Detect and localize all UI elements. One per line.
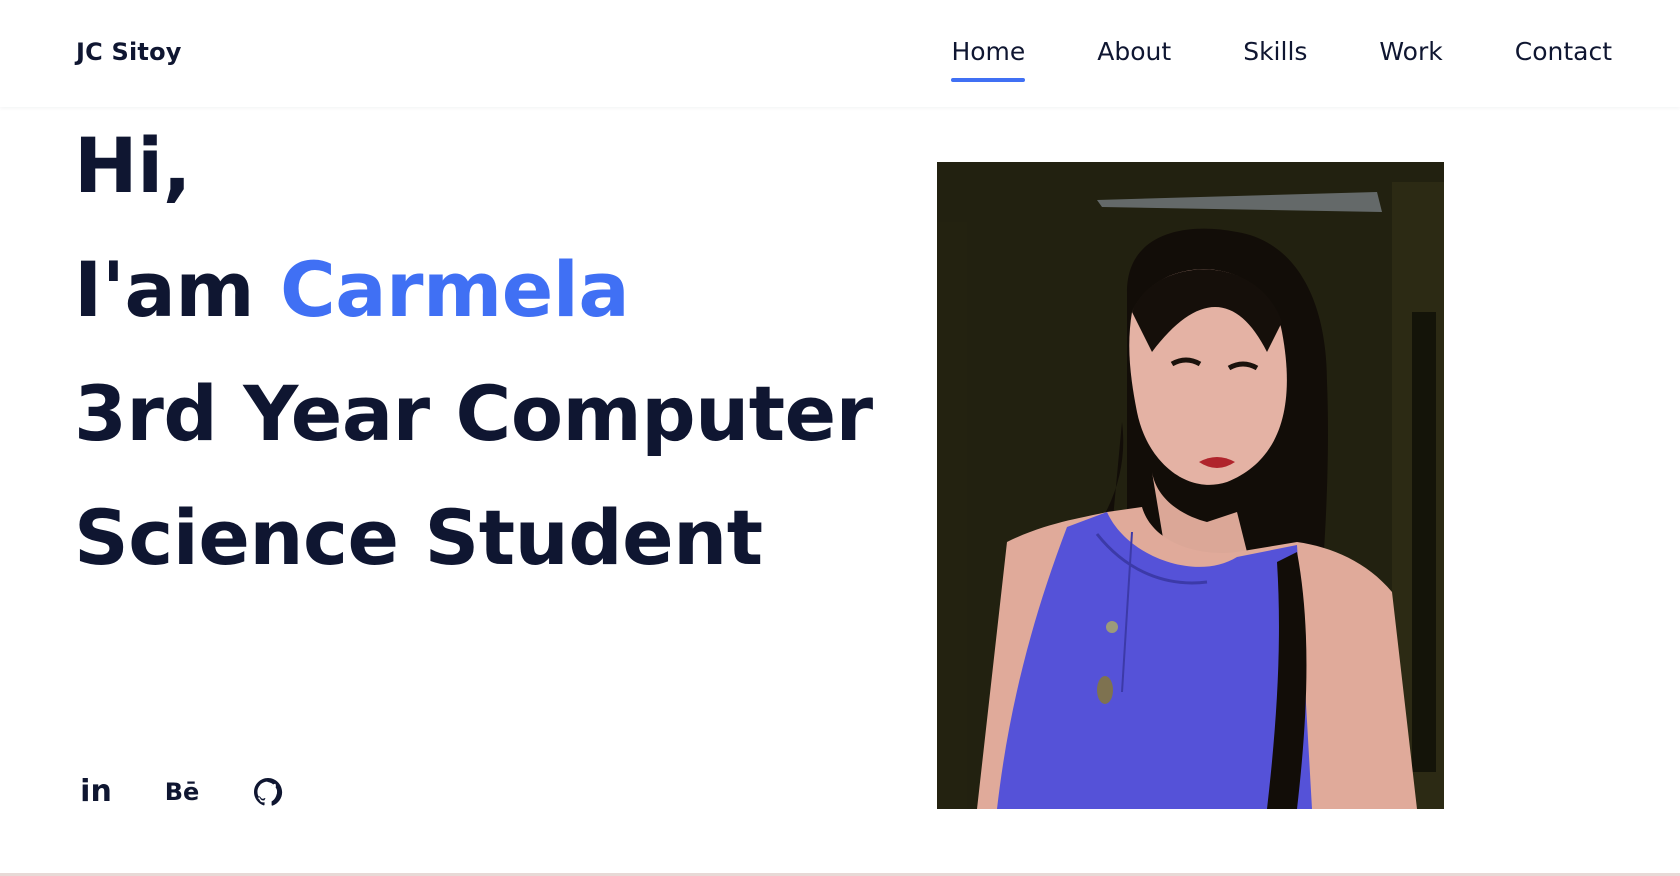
nav-skills[interactable]: Skills: [1243, 37, 1307, 82]
social-links: in Bē: [76, 772, 288, 812]
hero-greeting: Hi,: [74, 121, 192, 210]
behance-icon: Bē: [164, 778, 200, 806]
hero-section: Hi, I'am Carmela 3rd Year Computer Scien…: [74, 104, 934, 600]
nav-home[interactable]: Home: [951, 37, 1025, 82]
hero-title-line-1: 3rd Year Computer: [74, 369, 873, 458]
hero-intro-prefix: I'am: [74, 245, 255, 334]
github-link[interactable]: [248, 772, 288, 812]
site-logo[interactable]: JC Sitoy: [76, 38, 182, 66]
linkedin-icon: in: [80, 774, 112, 809]
linkedin-link[interactable]: in: [76, 772, 116, 812]
nav-contact[interactable]: Contact: [1515, 37, 1612, 82]
hero-intro-line: I'am Carmela: [74, 228, 934, 352]
nav-work[interactable]: Work: [1379, 37, 1442, 82]
nav-about[interactable]: About: [1097, 37, 1171, 82]
github-icon: [254, 778, 283, 806]
behance-link[interactable]: Bē: [162, 772, 202, 812]
main-nav: Home About Skills Work Contact: [879, 37, 1612, 82]
profile-photo: [937, 162, 1444, 809]
hero-name: Carmela: [280, 245, 630, 334]
site-header: JC Sitoy Home About Skills Work Contact: [0, 0, 1680, 107]
profile-photo-illustration: [937, 162, 1444, 809]
hero-title-line-2: Science Student: [74, 493, 763, 582]
